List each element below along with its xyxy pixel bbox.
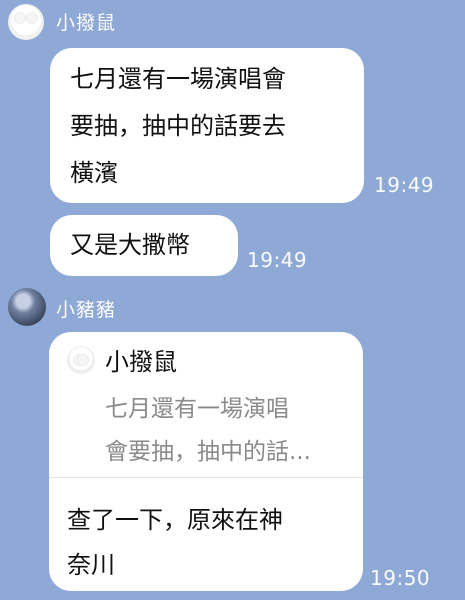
quoted-text: 七月還有一場演唱 會要抽，抽中的話... [105,388,347,474]
avatar[interactable] [8,4,44,40]
sender-name: 小撥鼠 [56,12,117,34]
chat-area: 小撥鼠 七月還有一場演唱會 要抽，抽中的話要去 橫濱 19:49 又是大撒幣 1… [0,0,465,600]
message-bubble[interactable]: 又是大撒幣 [50,215,238,276]
quoted-message[interactable]: 小撥鼠 七月還有一場演唱 會要抽，抽中的話... [49,332,363,478]
message-line: 要抽，抽中的話要去 [70,112,286,140]
message-time: 19:49 [247,248,308,272]
message-time: 19:50 [370,566,431,590]
quoted-line: 七月還有一場演唱 [105,396,289,422]
quoted-sender-name: 小撥鼠 [105,348,177,376]
avatar [67,346,95,374]
avatar[interactable] [8,288,46,326]
reply-text: 查了一下，原來在神 奈川 [67,498,283,588]
message-line: 奈川 [67,551,115,579]
sender-name: 小豬豬 [56,299,117,321]
message-line: 查了一下，原來在神 [67,506,283,534]
quoted-line: 會要抽，抽中的話... [105,439,311,465]
message-text: 又是大撒幣 [70,231,190,259]
reply-message-bubble[interactable]: 小撥鼠 七月還有一場演唱 會要抽，抽中的話... 查了一下，原來在神 奈川 [49,332,363,591]
message-time: 19:49 [374,173,435,197]
message-line: 七月還有一場演唱會 [70,65,286,93]
message-line: 橫濱 [70,159,118,187]
message-bubble[interactable]: 七月還有一場演唱會 要抽，抽中的話要去 橫濱 [50,48,364,203]
